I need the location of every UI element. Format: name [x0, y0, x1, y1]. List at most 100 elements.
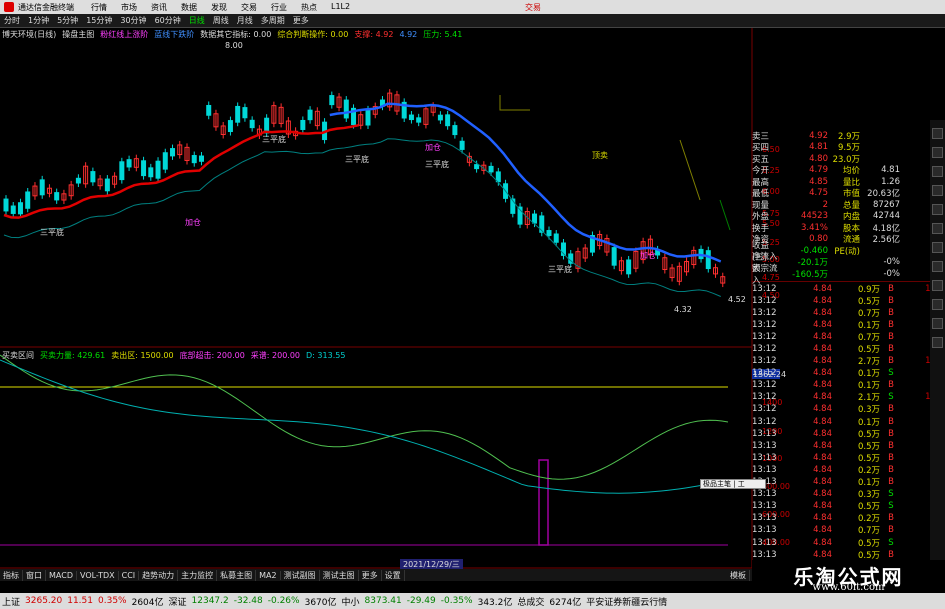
trade-cell: B [888, 380, 894, 391]
quote-cell: 20.63亿 [867, 189, 900, 200]
indicator-tab[interactable]: 指标 [0, 569, 23, 581]
quote-cell: 4.79 [809, 165, 828, 176]
indicator-tab[interactable]: 主力监控 [178, 569, 218, 581]
tab-icon[interactable] [932, 299, 943, 310]
index-value: 总成交 [517, 597, 545, 608]
quote-cell: 股本 [842, 223, 860, 234]
trade-row: 13:124.840.1万B4 [752, 319, 945, 331]
quote-cell: 买四 [752, 143, 770, 154]
indicator-tab[interactable]: 窗口 [23, 569, 46, 581]
quote-cell: 4.18亿 [872, 223, 900, 234]
index-value: 3265.20 [25, 596, 63, 606]
quote-cell: 4.75 [809, 188, 828, 199]
trade-cell: 0.5万 [857, 550, 880, 561]
trade-cell: 13:13 [752, 549, 777, 560]
quote-row: 卖三 4.92 2.9万 [752, 130, 945, 142]
trade-cell: B [888, 440, 894, 451]
tab-icon[interactable] [932, 223, 943, 234]
indicator-tab[interactable]: CCI [119, 570, 140, 580]
candle-body [10, 205, 16, 214]
trade-row: 13:124.840.7万B7 [752, 307, 945, 319]
trade-cell: 4.84 [813, 549, 832, 560]
tab-icon[interactable] [932, 280, 943, 291]
trade-cell: B [888, 404, 894, 415]
trade-cell: 0.3万 [857, 490, 880, 501]
candle-body [705, 250, 711, 270]
trade-cell: B [888, 477, 894, 488]
indicator-tab[interactable]: 趋势动力 [139, 569, 179, 581]
indicator-tab[interactable]: 私募主图 [217, 569, 257, 581]
trade-cell: 13:13 [752, 440, 777, 451]
quote-table: 卖三 4.92 2.9万 买四 4.81 9.5万 买五 4.80 23.0万 今开 4.79 均价 4… [752, 130, 945, 286]
candle-body [365, 109, 371, 126]
candle-body [227, 120, 233, 133]
tab-icon[interactable] [932, 337, 943, 348]
trade-cell: 4.84 [813, 380, 832, 391]
trade-row: 13:124.840.5万B6 [752, 343, 945, 355]
trade-cell: 0.5万 [857, 429, 880, 440]
buy-signal-label: 三平底 [345, 154, 369, 164]
resistance-line [679, 139, 701, 201]
quote-cell: 现量 [752, 200, 770, 211]
candle-body [343, 99, 349, 119]
indicator-value: 买卖力量: 429.61 [40, 350, 106, 360]
template-button[interactable]: 模板 [727, 569, 750, 581]
candle-body [416, 117, 422, 123]
tab-icon[interactable] [932, 128, 943, 139]
candle-body [474, 164, 480, 170]
indicator-tab[interactable]: VOL-TDX [77, 570, 119, 580]
tab-icon[interactable] [932, 318, 943, 329]
quote-cell: 买五 [752, 154, 770, 165]
trade-cell: B [888, 513, 894, 524]
quote-panel: 卖三 4.92 2.9万 买四 4.81 9.5万 买五 4.80 23.0万 今开 4.79 均价 4… [752, 130, 945, 573]
trade-cell: 4.84 [813, 368, 832, 379]
candle-body [452, 125, 458, 136]
quote-cell: 23.0万 [832, 154, 860, 165]
candle-body [126, 159, 132, 168]
trade-cell: 13:12 [752, 404, 777, 415]
trade-cell: 13:13 [752, 525, 777, 536]
trade-cell: 0.5万 [857, 453, 880, 464]
indicator-tab[interactable]: 设置 [382, 569, 405, 581]
trade-cell: S [888, 489, 894, 500]
high-price-label: 8.00 [225, 41, 243, 50]
popup-tooltip[interactable]: 极品主笔 | 工 [700, 479, 766, 489]
candle-body [119, 161, 125, 181]
resistance-line [499, 95, 530, 111]
low-price-label: 4.32 [674, 305, 692, 314]
tab-icon[interactable] [932, 147, 943, 158]
indicator-tab[interactable]: 测试副图 [281, 569, 320, 581]
quote-cell: 4.80 [809, 153, 828, 164]
index-value: 0.35% [98, 596, 127, 606]
indicator-tab[interactable]: MA2 [256, 570, 281, 580]
indicator-tab[interactable]: MACD [46, 570, 77, 580]
indicator-tab[interactable]: 更多 [359, 569, 382, 581]
tab-icon[interactable] [932, 185, 943, 196]
trade-cell: 0.5万 [857, 538, 880, 549]
quote-cell: 3.41% [800, 222, 828, 233]
candle-body [54, 192, 60, 201]
trade-row: 13:134.840.5万B5 [752, 452, 945, 464]
trade-row: 13:124.840.1万B3 [752, 379, 945, 391]
tab-icon[interactable] [932, 204, 943, 215]
candle-body [141, 160, 147, 177]
trade-cell: S [888, 537, 894, 548]
tab-icon[interactable] [932, 166, 943, 177]
tab-icon[interactable] [932, 242, 943, 253]
trade-cell: 13:12 [752, 344, 777, 355]
indicator-tab[interactable]: 测试主图 [320, 569, 359, 581]
candle-body [155, 160, 161, 179]
trade-cell: 4.84 [813, 404, 832, 415]
quote-cell: 今开 [752, 166, 770, 177]
trade-cell: B [888, 283, 894, 294]
tab-icon[interactable] [932, 261, 943, 272]
candle-body [249, 119, 255, 129]
index-value: 11.51 [67, 596, 93, 606]
trade-cell: 13:13 [752, 513, 777, 524]
trade-row: 13:134.840.2万B3 [752, 512, 945, 524]
trade-cell: S [888, 368, 894, 379]
candle-body [90, 171, 96, 183]
quote-cell: 44523 [800, 211, 828, 222]
quote-cell: 流通 [842, 235, 860, 246]
candle-body [104, 178, 110, 192]
